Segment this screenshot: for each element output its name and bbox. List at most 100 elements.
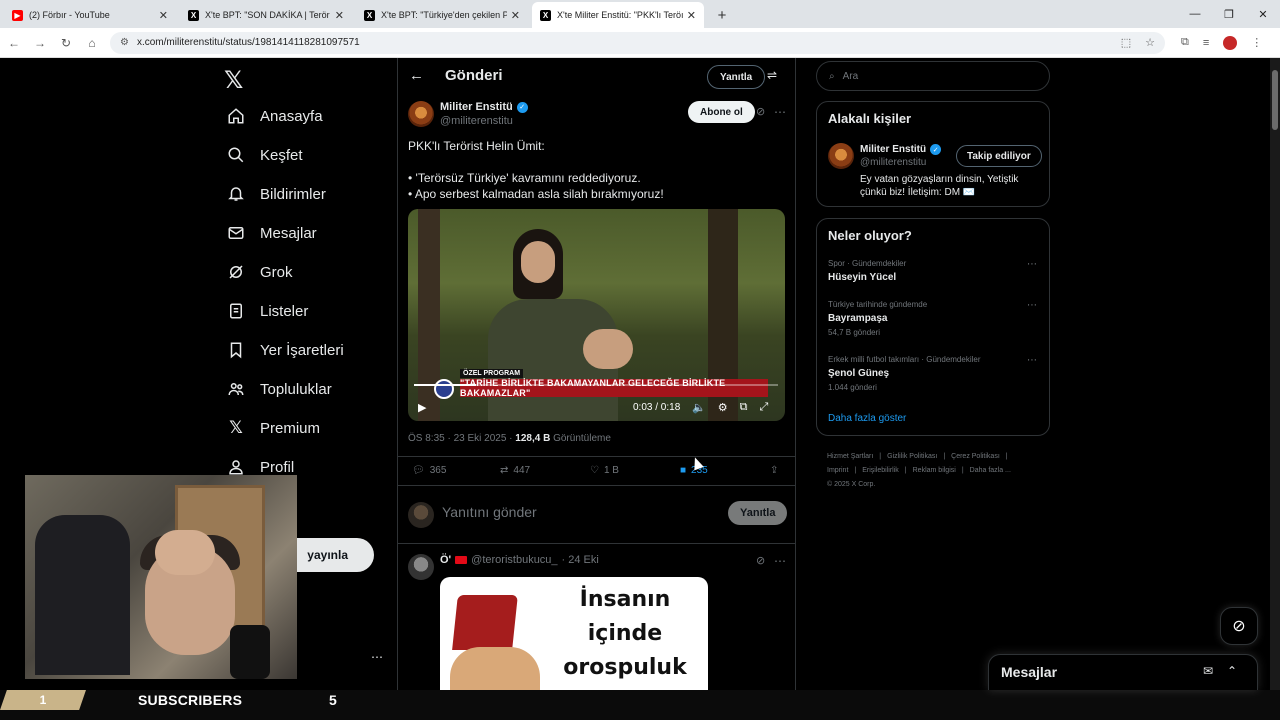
- reading-list-icon[interactable]: ≡: [1203, 37, 1209, 49]
- related-avatar[interactable]: [828, 143, 854, 169]
- home-icon[interactable]: ⌂: [80, 36, 104, 50]
- streamer-hand-graphic: [155, 530, 215, 575]
- back-icon[interactable]: ←: [2, 36, 26, 50]
- volume-icon[interactable]: 🔈: [692, 401, 706, 414]
- x-logo-icon[interactable]: 𝕏: [224, 66, 243, 95]
- nav-item-bookmarks[interactable]: Yer İşaretleri: [226, 340, 344, 360]
- profile-avatar-icon[interactable]: [1223, 35, 1238, 50]
- trend-item[interactable]: Erkek milli futbol takımları · Gündemdek…: [828, 355, 981, 392]
- install-app-icon[interactable]: ⬚: [1121, 36, 1131, 49]
- site-info-icon[interactable]: ⚙: [120, 37, 129, 48]
- show-more-link[interactable]: Daha fazla göster: [828, 413, 906, 424]
- nav-item-notifications[interactable]: Bildirimler: [226, 184, 326, 204]
- grok-floating-button[interactable]: ⊘: [1220, 607, 1258, 645]
- nav-item-grok[interactable]: Grok: [226, 262, 293, 282]
- like-action[interactable]: ♡ 1 B: [590, 465, 619, 476]
- nav-item-lists[interactable]: Listeler: [226, 301, 308, 321]
- video-progress-track[interactable]: [414, 384, 778, 386]
- window-controls: — ❐ ✕: [1178, 0, 1280, 28]
- settings-gear-icon[interactable]: ⚙: [718, 401, 728, 414]
- new-tab-button[interactable]: +: [710, 3, 734, 27]
- browser-menu-icon[interactable]: ⋮: [1251, 36, 1262, 49]
- pip-icon[interactable]: ⧉: [740, 401, 748, 414]
- reply-input[interactable]: Yanıtını gönder: [442, 504, 537, 520]
- trend-more-icon[interactable]: ⋯: [1027, 355, 1037, 366]
- close-tab-icon[interactable]: ✕: [511, 9, 520, 22]
- sort-filter-icon[interactable]: ⇌: [767, 68, 777, 82]
- url-field[interactable]: ⚙ x.com/militerenstitu/status/1981414118…: [110, 31, 1165, 54]
- close-tab-icon[interactable]: ✕: [159, 9, 168, 22]
- nav-item-messages[interactable]: Mesajlar: [226, 223, 317, 243]
- reply-author-name[interactable]: Ö': [440, 554, 451, 566]
- footer-link[interactable]: Imprint: [827, 467, 848, 474]
- reply-icon: 💬︎: [412, 465, 425, 476]
- browser-tab-x-bpt-2[interactable]: X X'te BPT: "Türkiye'den çekilen P ✕: [356, 2, 528, 28]
- repost-count: 447: [513, 465, 531, 476]
- reply-author-avatar[interactable]: [408, 554, 434, 580]
- search-field[interactable]: ⌕ Ara: [816, 61, 1050, 91]
- back-arrow-icon[interactable]: ←: [409, 67, 424, 84]
- extensions-icon[interactable]: ⧉: [1181, 36, 1189, 49]
- reply-author-handle[interactable]: @teroristbukucu_: [471, 554, 557, 566]
- grok-explain-icon[interactable]: ⊘: [756, 554, 765, 567]
- close-window-icon[interactable]: ✕: [1246, 0, 1280, 28]
- expand-chevron-icon[interactable]: ⌃: [1227, 664, 1237, 678]
- footer-link[interactable]: Hizmet Şartları: [827, 453, 873, 460]
- author-handle[interactable]: @militerenstitu: [440, 115, 513, 127]
- reply-meme-image[interactable]: İnsanın içinde orospuluk: [440, 577, 708, 690]
- trend-title: Bayrampaşa: [828, 313, 888, 324]
- close-tab-icon[interactable]: ✕: [335, 9, 344, 22]
- close-tab-icon[interactable]: ✕: [687, 9, 696, 22]
- page-scrollbar[interactable]: [1270, 58, 1280, 690]
- reply-submit-button[interactable]: Yanıtla: [728, 501, 788, 525]
- nav-label: Profil: [260, 458, 295, 476]
- nav-item-profile[interactable]: Profil: [226, 457, 294, 477]
- account-menu-icon[interactable]: ⋯: [371, 650, 384, 664]
- nav-item-communities[interactable]: Topluluklar: [226, 379, 332, 399]
- reply-header-button[interactable]: Yanıtla: [707, 65, 766, 89]
- author-name[interactable]: Militer Enstitü ✓: [440, 101, 528, 113]
- trend-item[interactable]: Spor · Gündemdekiler Hüseyin Yücel: [828, 259, 906, 283]
- footer-link[interactable]: Gizlilik Politikası: [887, 453, 937, 460]
- trend-more-icon[interactable]: ⋯: [1027, 259, 1037, 270]
- reload-icon[interactable]: ↻: [54, 36, 78, 50]
- post-timestamp[interactable]: ÖS 8:35 · 23 Eki 2025 ·: [408, 433, 515, 444]
- following-button[interactable]: Takip ediliyor: [956, 145, 1042, 167]
- bookmark-star-icon[interactable]: ☆: [1145, 36, 1155, 49]
- subscribe-button[interactable]: Abone ol: [688, 101, 755, 123]
- play-icon[interactable]: ▶: [418, 401, 426, 414]
- people-icon: [226, 379, 246, 399]
- footer-link[interactable]: Daha fazla ...: [970, 467, 1011, 474]
- fullscreen-icon[interactable]: ⤢: [759, 401, 768, 414]
- reply-more-icon[interactable]: ⋯: [774, 554, 787, 568]
- footer-link[interactable]: Çerez Politikası: [951, 453, 1000, 460]
- reply-action[interactable]: 💬︎ 365: [412, 465, 446, 476]
- grok-explain-icon[interactable]: ⊘: [756, 105, 765, 118]
- nav-item-home[interactable]: Anasayfa: [226, 106, 323, 126]
- related-handle[interactable]: @militerenstitu: [860, 157, 926, 168]
- share-action[interactable]: ⇪: [770, 465, 778, 476]
- trend-item[interactable]: Türkiye tarihinde gündemde Bayrampaşa 54…: [828, 300, 927, 337]
- scrollbar-thumb[interactable]: [1272, 70, 1278, 130]
- nav-item-premium[interactable]: 𝕏 Premium: [226, 418, 320, 438]
- related-name[interactable]: Militer Enstitü ✓: [860, 144, 942, 155]
- video-player[interactable]: ÖZEL PROGRAM "TARİHE BİRLİKTE BAKAMAYANL…: [408, 209, 785, 421]
- nav-item-explore[interactable]: Keşfet: [226, 145, 303, 165]
- browser-tab-x-militer[interactable]: X X'te Militer Enstitü: "PKK'lı Teröı ✕: [532, 2, 704, 28]
- footer-link[interactable]: Reklam bilgisi: [913, 467, 956, 474]
- repost-action[interactable]: ⇄ 447: [500, 465, 530, 476]
- list-icon: [226, 301, 246, 321]
- reply-date[interactable]: · 24 Eki: [562, 554, 599, 566]
- restore-icon[interactable]: ❐: [1212, 0, 1246, 28]
- new-message-icon[interactable]: ✉: [1203, 664, 1213, 678]
- author-avatar[interactable]: [408, 101, 434, 127]
- messages-dock[interactable]: Mesajlar ✉ ⌃: [988, 654, 1258, 690]
- forward-icon[interactable]: →: [28, 36, 52, 50]
- nav-label: Listeler: [260, 302, 309, 320]
- minimize-icon[interactable]: —: [1178, 0, 1212, 28]
- browser-tab-youtube[interactable]: ▶ (2) Förbır - YouTube ✕: [4, 2, 176, 28]
- browser-tab-x-bpt-1[interactable]: X X'te BPT: "SON DAKİKA | Terör ö ✕: [180, 2, 352, 28]
- footer-link[interactable]: Erişilebilirlik: [862, 467, 899, 474]
- trend-more-icon[interactable]: ⋯: [1027, 300, 1037, 311]
- post-more-icon[interactable]: ⋯: [774, 105, 787, 119]
